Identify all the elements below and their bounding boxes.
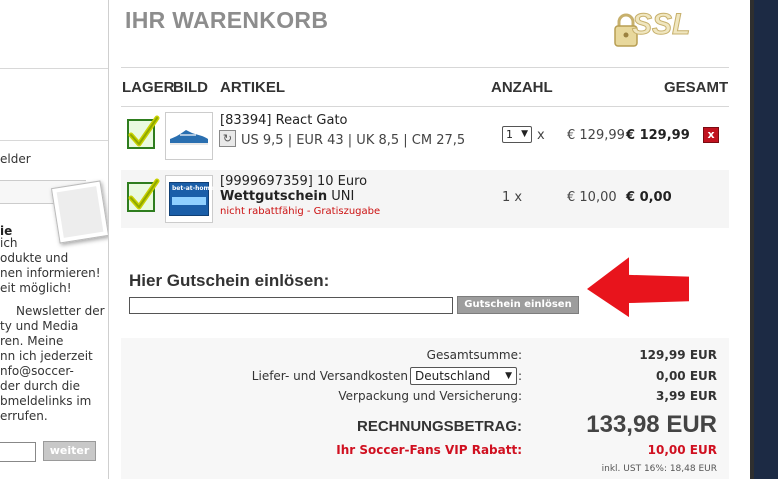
packaging-label: Verpackung und Versicherung: — [338, 389, 522, 403]
newsletter-submit-button[interactable]: weiter — [43, 441, 96, 461]
totals-panel — [121, 338, 729, 479]
product-image-voucher[interactable]: bet-at-home — [165, 175, 214, 223]
quantity-select[interactable]: 1 ▼ — [502, 126, 532, 143]
ssl-text: SSL — [631, 8, 691, 42]
voucher-code-input[interactable] — [129, 297, 453, 314]
newsletter-line: ty und Media — [0, 319, 79, 333]
vat-info: inkl. UST 16%: 18,48 EUR — [601, 464, 717, 474]
packaging-value: 3,99 EUR — [656, 389, 717, 403]
unit-price: € 10,00 — [567, 190, 617, 205]
left-sidebar: elder ie ich odukte und nen informieren!… — [0, 0, 108, 479]
vip-discount-label: Ihr Soccer-Fans VIP Rabatt: — [336, 443, 522, 457]
product-name-link[interactable]: [83394] React Gato — [220, 113, 348, 128]
sidebar-divider — [0, 140, 108, 141]
shipping-label: Liefer- und Versandkosten — [251, 369, 408, 383]
shipping-country-value: Deutschland — [415, 369, 491, 383]
product-name-link[interactable]: [9999697359] 10 Euro — [220, 174, 367, 189]
quantity-value: 1 — [506, 128, 513, 141]
shipping-country-select[interactable]: Deutschland ▼ — [410, 367, 517, 385]
chevron-down-icon: ▼ — [505, 371, 512, 381]
newsletter-line: errufen. — [0, 409, 48, 423]
invoice-total-value: 133,98 EUR — [586, 411, 717, 438]
quantity-text: 1 x — [502, 190, 523, 205]
vip-discount-value: 10,00 EUR — [647, 443, 717, 457]
col-header-lager: LAGER — [122, 79, 175, 96]
invoice-total-label: RECHNUNGSBETRAG: — [357, 418, 522, 435]
product-image-shoe[interactable] — [165, 112, 213, 160]
newsletter-line: eit möglich! — [0, 281, 72, 295]
voucher-stripe — [172, 197, 206, 205]
check-icon — [128, 178, 160, 210]
delete-icon[interactable]: x — [703, 127, 719, 143]
line-total: € 0,00 — [626, 190, 672, 205]
page-title: IHR WARENKORB — [125, 7, 329, 33]
line-total: € 129,99 — [626, 128, 690, 143]
subtotal-label: Gesamtsumme: — [426, 348, 522, 362]
newsletter-line: ren. Meine — [0, 334, 64, 348]
newsletter-email-input[interactable] — [0, 442, 36, 462]
newsletter-line: bmeldelinks im — [0, 394, 92, 408]
shipping-colon: : — [518, 369, 523, 383]
col-header-gesamt: GESAMT — [664, 79, 729, 96]
in-stock-check-icon — [127, 115, 160, 149]
product-variant: UNI — [331, 189, 355, 204]
redeem-voucher-button[interactable]: Gutschein einlösen — [457, 296, 579, 314]
sidebar-link-felder[interactable]: elder — [0, 152, 31, 166]
col-header-bild: BILD — [173, 79, 208, 96]
product-note: nicht rabattfähig - Gratiszugabe — [220, 206, 381, 217]
ssl-logo: SSL — [614, 4, 710, 48]
voucher-card-image: bet-at-home — [169, 182, 214, 216]
chevron-down-icon: ▼ — [521, 129, 528, 139]
newsletter-line: der durch die — [0, 379, 80, 393]
sidebar-divider — [0, 68, 108, 69]
product-name-bold: Wettgutschein — [220, 189, 328, 204]
product-name-line2: Wettgutschein UNI — [220, 189, 354, 204]
unit-price: € 129,99 — [567, 128, 625, 143]
in-stock-check-icon — [127, 178, 160, 212]
table-header-separator — [121, 106, 729, 107]
newsletter-line: Newsletter der — [16, 304, 105, 318]
shoe-icon — [170, 130, 208, 145]
voucher-brand: bet-at-home — [172, 185, 214, 192]
col-header-anzahl: ANZAHL — [491, 79, 553, 96]
check-icon — [128, 115, 160, 147]
scroll-rail — [750, 0, 754, 479]
shipping-value: 0,00 EUR — [656, 369, 717, 383]
photo-card-image — [50, 180, 108, 244]
newsletter-line — [0, 296, 105, 304]
voucher-heading: Hier Gutschein einlösen: — [129, 271, 330, 290]
reload-icon[interactable]: ↻ — [219, 130, 236, 147]
newsletter-line: nfo@soccer- — [0, 364, 74, 378]
product-size-info: US 9,5 | EUR 43 | UK 8,5 | CM 27,5 — [241, 133, 466, 148]
column-divider — [108, 0, 109, 479]
newsletter-line: nn ich jederzeit — [0, 349, 93, 363]
newsletter-text: ich odukte und nen informieren! eit mögl… — [0, 236, 105, 424]
red-arrow-icon — [587, 257, 689, 318]
col-header-artikel: ARTIKEL — [220, 79, 285, 96]
header-separator — [121, 67, 729, 68]
subtotal-value: 129,99 EUR — [639, 348, 717, 362]
quantity-suffix: x — [537, 128, 545, 143]
right-background-strip — [750, 0, 778, 479]
newsletter-line: ich — [0, 236, 18, 250]
newsletter-line: odukte und — [0, 251, 69, 265]
newsletter-line: nen informieren! — [0, 266, 101, 280]
